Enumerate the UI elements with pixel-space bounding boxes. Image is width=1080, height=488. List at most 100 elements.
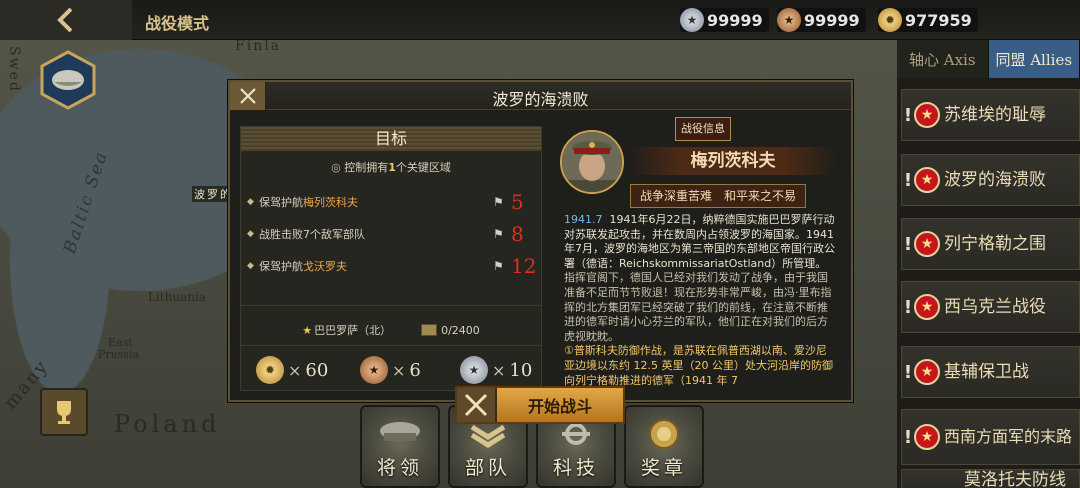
red-star-icon: ★ (914, 167, 940, 193)
new-indicator-icon: ! (903, 426, 913, 448)
divider (241, 305, 541, 306)
red-star-icon: ★ (914, 359, 940, 385)
loot-bronze: ★ × 6 (360, 353, 421, 387)
loot-silver-count: 10 (509, 359, 533, 381)
resource-bronze: ★ 99999 (777, 8, 866, 32)
objective-text: 保驾护航戈沃罗夫 (259, 258, 493, 274)
campaign-date: 1941.7 (564, 213, 603, 226)
general-portrait[interactable] (560, 122, 624, 202)
campaign-name: 基辅保卫战 (944, 362, 1029, 382)
campaign-name: 西乌克兰战役 (944, 297, 1046, 317)
objective-highlight: 7 (303, 228, 310, 241)
target-icon: ◎ (331, 161, 345, 174)
top-bar: 战役模式 ★ 99999 ★ 99999 ✹ 977959 (0, 0, 1080, 40)
map-label-swed: Swed (6, 46, 22, 93)
gold-star-medal-icon: ✹ (878, 8, 902, 32)
campaign-item[interactable]: ! ★ 基辅保卫战 (901, 346, 1080, 398)
campaign-motto: 战争深重苦难 和平来之不易 (630, 184, 806, 208)
campaign-item[interactable]: 莫洛托夫防线 (901, 469, 1080, 488)
campaign-item[interactable]: ! ★ 西南方面军的末路 (901, 409, 1080, 465)
map-label-poland: Poland (114, 410, 221, 438)
close-button[interactable] (230, 82, 266, 110)
operation-name: 巴巴罗萨（北） (314, 324, 392, 337)
red-star-icon: ★ (914, 294, 940, 320)
tech-label: 科技 (552, 457, 599, 479)
faction-tabs: 轴心 Axis 同盟 Allies (897, 40, 1080, 78)
start-battle-label: 开始战斗 (527, 397, 592, 416)
campaign-item[interactable]: ! ★ 苏维埃的耻辱 (901, 89, 1080, 141)
campaign-name: 波罗的海溃败 (944, 170, 1046, 190)
close-icon (239, 88, 256, 104)
silver-medal-icon: ★ (460, 356, 488, 384)
campaign-name: 列宁格勒之围 (944, 234, 1046, 254)
divider (241, 345, 541, 346)
medals-label: 奖章 (640, 457, 687, 479)
trophy-button[interactable] (40, 388, 88, 436)
campaign-name: 莫洛托夫防线 (964, 470, 1066, 488)
campaign-dialog: 波罗的海溃败 目标 ◎ 控制拥有1个关键区域 ◆ 保驾护航梅列茨科夫 ⚑ 5 ◆… (228, 80, 853, 402)
generals-label: 将领 (376, 457, 423, 479)
campaign-info-tag[interactable]: 战役信息 (675, 117, 731, 141)
campaign-description[interactable]: 1941.7 1941年6月22日，纳粹德国实施巴巴罗萨行动对苏联发起攻击，并在… (564, 213, 836, 399)
generals-button[interactable]: 将领 (360, 405, 440, 488)
resource-gold: ✹ 977959 (878, 8, 978, 32)
objective-prefix: 战胜击败 (259, 228, 303, 241)
supply-crate-icon (421, 324, 438, 336)
objective-main: ◎ 控制拥有1个关键区域 (241, 159, 541, 175)
campaign-item[interactable]: ! ★ 列宁格勒之围 (901, 218, 1080, 270)
objective-turns: 5 (511, 190, 524, 214)
objective-text: 保驾护航梅列茨科夫 (259, 194, 493, 210)
campaign-item[interactable]: ! ★ 西乌克兰战役 (901, 281, 1080, 333)
loot-bronze-count: 6 (409, 359, 421, 381)
objective-main-suffix: 个关键区域 (395, 161, 451, 174)
resource-silver: ★ 99999 (680, 8, 769, 32)
objective-highlight: 戈沃罗夫 (303, 260, 347, 273)
medal-icon (649, 419, 679, 449)
operation-reward: ★ 巴巴罗萨（北） 0/2400 (241, 321, 541, 339)
dialog-title: 波罗的海溃败 (492, 90, 589, 109)
description-paragraph: 1941年6月22日，纳粹德国实施巴巴罗萨行动对苏联发起攻击，并在数周内占领波罗… (564, 213, 835, 270)
objective-row: ◆ 战胜击败7个敌军部队 ⚑ 8 (247, 222, 537, 246)
red-star-icon: ★ (914, 102, 940, 128)
bronze-medal-icon: ★ (777, 8, 801, 32)
page-title: 战役模式 (145, 14, 210, 33)
red-star-icon: ★ (914, 231, 940, 257)
troops-label: 部队 (464, 457, 511, 479)
tab-axis[interactable]: 轴心 Axis (897, 40, 989, 78)
objective-main-prefix: 控制拥有 (344, 161, 389, 174)
turn-flag-icon: ⚑ (493, 227, 504, 241)
resource-silver-value: 99999 (707, 10, 763, 30)
map-label-baltic-sea: Baltic Sea (60, 148, 113, 257)
new-indicator-icon: ! (903, 296, 913, 318)
general-badge-icon[interactable] (38, 50, 98, 110)
resource-bronze-value: 99999 (804, 10, 860, 30)
turn-flag-icon: ⚑ (493, 195, 504, 209)
bullet-icon: ◆ (247, 261, 254, 271)
campaign-item[interactable]: ! ★ 波罗的海溃败 (901, 154, 1080, 206)
new-indicator-icon: ! (903, 169, 913, 191)
multiply-sign: × (492, 360, 506, 380)
back-button[interactable] (0, 0, 132, 40)
tab-allies[interactable]: 同盟 Allies (988, 40, 1080, 78)
campaign-name: 西南方面军的末路 (944, 427, 1073, 446)
start-battle-button[interactable]: 开始战斗 (455, 386, 625, 424)
new-indicator-icon: ! (903, 361, 913, 383)
loot-gold-count: 60 (305, 359, 329, 381)
silver-medal-icon: ★ (680, 8, 704, 32)
crossed-swords-icon (457, 388, 497, 422)
new-indicator-icon: ! (903, 233, 913, 255)
loot-gold: ✹ × 60 (256, 353, 328, 387)
objective-prefix: 保驾护航 (259, 196, 303, 209)
objectives-header: 目标 (241, 127, 541, 151)
objective-main-count: 1 (388, 161, 396, 174)
bronze-medal-icon: ★ (360, 356, 388, 384)
objective-highlight: 梅列茨科夫 (303, 196, 358, 209)
red-star-icon: ★ (914, 424, 940, 450)
objective-turns: 12 (511, 254, 537, 278)
trophy-icon (57, 401, 71, 424)
turn-flag-icon: ⚑ (493, 259, 504, 273)
medals-button[interactable]: 奖章 (624, 405, 704, 488)
map-label-prussia: Prussia (98, 348, 140, 361)
bullet-icon: ◆ (247, 229, 254, 239)
new-indicator-icon: ! (903, 104, 913, 126)
